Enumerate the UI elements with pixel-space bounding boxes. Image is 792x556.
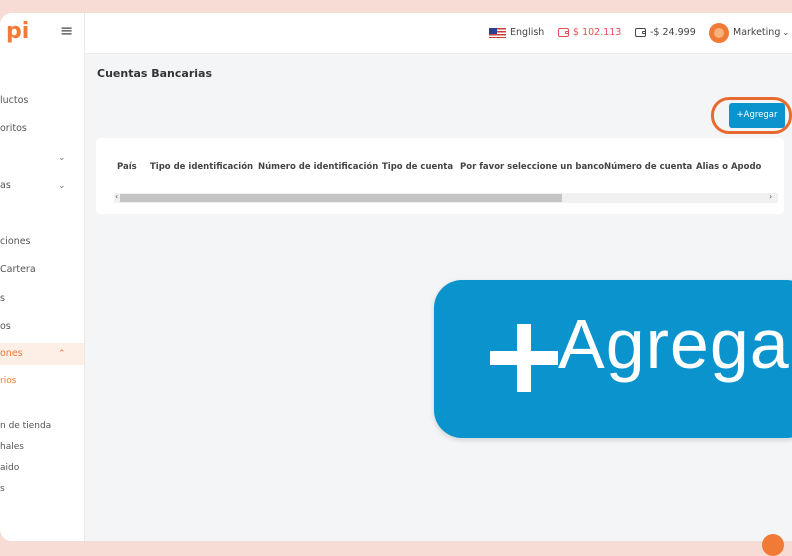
app-window: pi ≡ luctos oritos ⌄ as ⌄ ciones Cartera… <box>0 13 792 541</box>
sidebar-item-canales[interactable]: hales <box>0 436 84 458</box>
sidebar-item-cartera[interactable]: Cartera <box>0 259 84 281</box>
column-header-banco[interactable]: Por favor seleccione un banco <box>460 162 604 172</box>
sidebar-item-favoritos[interactable]: oritos <box>0 118 84 140</box>
zoomed-add-label: Agregar <box>558 305 792 383</box>
sidebar-item-ciones[interactable]: ciones <box>0 231 84 253</box>
sidebar: pi ≡ luctos oritos ⌄ as ⌄ ciones Cartera… <box>0 13 85 541</box>
horizontal-scrollbar[interactable]: ‹ › <box>114 192 778 203</box>
balance-negative-value: -$ 24.999 <box>650 27 696 38</box>
sidebar-item-s-2[interactable]: s <box>0 478 84 500</box>
scroll-left-icon[interactable]: ‹ <box>115 192 118 201</box>
sidebar-item-label: hales <box>0 442 24 452</box>
sidebar-item-s[interactable]: s <box>0 288 84 310</box>
top-header: English $ 102.113 -$ 24.999 Marketing ⌄ <box>85 13 792 54</box>
column-header-numero-cuenta[interactable]: Número de cuenta <box>604 162 692 172</box>
sidebar-item-label: s <box>0 484 5 494</box>
sidebar-item-label: os <box>0 321 11 332</box>
column-header-tipo-cuenta[interactable]: Tipo de cuenta <box>382 162 453 172</box>
sidebar-item-label: aido <box>0 463 20 473</box>
balance-red[interactable]: $ 102.113 <box>558 13 621 53</box>
sidebar-item-label: ciones <box>0 236 31 247</box>
sidebar-item-label: s <box>0 293 5 304</box>
sidebar-item-tienda[interactable]: n de tienda <box>0 415 84 437</box>
scrollbar-thumb[interactable] <box>120 194 562 202</box>
language-label: English <box>510 27 545 38</box>
sidebar-item-aido[interactable]: aido <box>0 457 84 479</box>
sidebar-item-label: as <box>0 180 11 191</box>
help-bubble-icon[interactable] <box>762 534 784 556</box>
column-header-numero-identificacion[interactable]: Número de identificación <box>258 162 378 172</box>
plus-icon <box>490 324 558 392</box>
wallet-icon <box>635 28 646 37</box>
balance-negative[interactable]: -$ 24.999 <box>635 13 696 53</box>
user-name: Marketing <box>733 27 781 38</box>
sidebar-item-label: luctos <box>0 95 29 106</box>
scroll-right-icon[interactable]: › <box>769 192 772 201</box>
logo: pi <box>6 19 30 44</box>
us-flag-icon <box>489 27 506 38</box>
column-header-pais[interactable]: País <box>117 162 137 172</box>
column-header-tipo-identificacion[interactable]: Tipo de identificación <box>150 162 253 172</box>
sidebar-item-configuraciones[interactable]: ones ⌃ <box>0 343 84 365</box>
page-title: Cuentas Bancarias <box>97 67 213 80</box>
sidebar-item-collapsed-1[interactable]: ⌄ <box>0 147 84 169</box>
avatar-icon <box>709 22 729 43</box>
sidebar-item-collapsed-2[interactable]: as ⌄ <box>0 175 84 197</box>
chevron-down-icon: ⌄ <box>58 181 66 191</box>
bank-accounts-table: País Tipo de identificación Número de id… <box>96 138 784 214</box>
chevron-down-icon: ⌄ <box>58 153 66 163</box>
language-selector[interactable]: English <box>489 13 544 53</box>
column-header-alias[interactable]: Alias o Apodo <box>696 162 761 172</box>
sidebar-item-label: ones <box>0 348 23 359</box>
sidebar-item-label: Cartera <box>0 264 36 275</box>
sidebar-item-productos[interactable]: luctos <box>0 90 84 112</box>
hamburger-menu-icon[interactable]: ≡ <box>60 21 73 40</box>
sidebar-item-label: n de tienda <box>0 421 52 431</box>
sidebar-item-label: oritos <box>0 123 27 134</box>
chevron-up-icon: ⌃ <box>58 349 66 359</box>
sidebar-item-os[interactable]: os <box>0 316 84 338</box>
wallet-icon <box>558 28 569 37</box>
user-menu[interactable]: Marketing ⌄ <box>709 13 789 53</box>
zoomed-add-button: Agregar <box>434 280 792 438</box>
chevron-down-icon: ⌄ <box>782 28 790 37</box>
balance-red-value: $ 102.113 <box>573 27 622 38</box>
sidebar-subitem-usuarios[interactable]: rios <box>0 370 84 392</box>
add-bank-account-button[interactable]: +Agregar <box>729 103 785 128</box>
sidebar-item-label: rios <box>0 376 17 386</box>
